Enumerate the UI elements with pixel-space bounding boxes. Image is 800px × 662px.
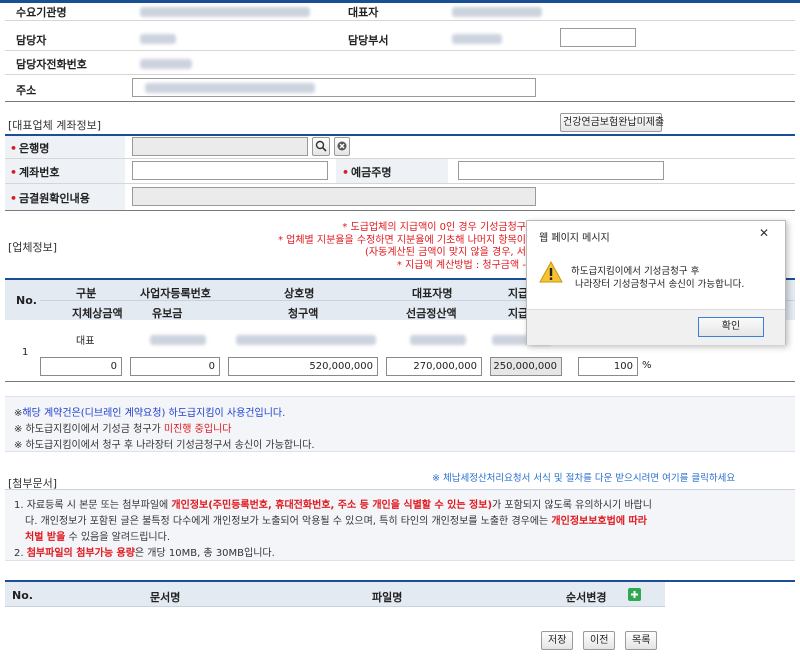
ok-button[interactable]: 확인 — [698, 317, 764, 337]
vendor-header-bizno: 사업자등록번호 — [140, 287, 211, 300]
retention-input[interactable]: 0 — [130, 357, 220, 376]
web-page-message-dialog: 웹 페이지 메시지 ✕ 하도급지킴이에서 기성금청구 후 나라장터 기성금청구서… — [526, 220, 786, 345]
vendor-section-title: [업체정보] — [8, 241, 58, 254]
address-label: 주소 — [16, 84, 37, 97]
dept-label: 담당부서 — [348, 34, 389, 47]
bank-search-button[interactable] — [312, 137, 330, 156]
verify-label: 금결원확인내용 — [10, 190, 90, 206]
form-download-link[interactable]: ※ 체납세정산처리요청서 서식 및 절차를 다운 받으시려면 여기를 클릭하세요 — [432, 470, 735, 484]
verify-input — [132, 187, 536, 206]
vendor-company-value — [236, 335, 376, 345]
claim-input[interactable]: 520,000,000 — [228, 357, 378, 376]
attach-header-docname: 문서명 — [150, 591, 181, 604]
phone-label: 담당자전화번호 — [16, 58, 87, 71]
list-button[interactable]: 목록 — [625, 631, 658, 650]
vendor-notices: * 도급업체의 지급액이 0인 경우 기성금청구 * 업체별 지분율을 수정하면… — [277, 222, 526, 271]
prev-button[interactable]: 이전 — [583, 631, 616, 650]
info-line-1: 해당 계약건은(디브레인 계약요청) 하도급지킴이 사용건입니다. — [22, 408, 286, 419]
phone-value — [140, 59, 192, 69]
ceo-label: 대표자 — [348, 6, 379, 19]
vendor-header-advance: 선금정산액 — [406, 307, 457, 320]
info-line-3: ※ 하도급지킴이에서 청구 후 나라장터 기성금청구서 송신이 가능합니다. — [14, 440, 315, 451]
vendor-no-header: No. — [16, 294, 37, 307]
vendor-header-company: 상호명 — [284, 287, 315, 300]
ceo-value — [452, 7, 542, 17]
bank-name-input[interactable] — [132, 137, 308, 156]
dialog-message: 하도급지킴이에서 기성금청구 후 나라장터 기성금청구서 송신이 가능합니다. — [571, 266, 745, 290]
manager-label: 담당자 — [16, 34, 47, 47]
share-rate-input[interactable]: 100 — [578, 357, 638, 376]
warning-icon — [539, 260, 563, 286]
search-icon — [315, 140, 327, 152]
dialog-title: 웹 페이지 메시지 — [539, 233, 610, 244]
percent-unit: % — [642, 360, 652, 371]
attach-header-no: No. — [12, 589, 33, 602]
vendor-header-type: 구분 — [76, 287, 97, 300]
attach-header-order: 순서변경 — [566, 591, 607, 604]
vendor-header-claim: 청구액 — [288, 307, 319, 320]
dept-extra-input[interactable] — [560, 28, 636, 47]
client-name-value — [140, 7, 310, 17]
info-box: ※해당 계약건은(디브레인 계약요청) 하도급지킴이 사용건입니다. ※ 하도급… — [5, 396, 795, 452]
info-line-2-red: 미진행 중입니다 — [163, 424, 232, 435]
plus-icon[interactable] — [628, 588, 641, 601]
payment-output: 250,000,000 — [490, 357, 562, 376]
close-icon[interactable]: ✕ — [759, 226, 769, 240]
account-section-title: [대표업체 계좌정보] — [8, 119, 102, 132]
pension-unpaid-button[interactable]: 건강연금보험완납미제출 — [560, 113, 664, 132]
attachment-notes: 1. 자료등록 시 본문 또는 첨부파일에 개인정보(주민등록번호, 휴대전화번… — [5, 489, 795, 561]
top-border — [0, 0, 800, 3]
account-no-input[interactable] — [132, 161, 328, 180]
bank-label: 은행명 — [10, 140, 49, 156]
penalty-input[interactable]: 0 — [40, 357, 122, 376]
manager-value — [140, 34, 176, 44]
holder-label: 예금주명 — [342, 164, 391, 180]
clear-icon — [337, 141, 347, 151]
vendor-ceo-value — [410, 335, 466, 345]
bank-clear-button[interactable] — [334, 137, 350, 156]
save-button[interactable]: 저장 — [541, 631, 574, 650]
vendor-row-no: 1 — [22, 347, 29, 358]
advance-input[interactable]: 270,000,000 — [386, 357, 482, 376]
vendor-header-ceo: 대표자명 — [412, 287, 453, 300]
dept-value — [452, 34, 502, 44]
holder-input[interactable] — [458, 161, 664, 180]
attach-header-filename: 파일명 — [372, 591, 403, 604]
account-no-label: 계좌번호 — [10, 164, 59, 180]
client-name-label: 수요기관명 — [16, 6, 67, 19]
address-input[interactable] — [132, 78, 536, 97]
vendor-row-type: 대표 — [76, 336, 95, 347]
vendor-header-retention: 유보금 — [152, 307, 183, 320]
vendor-header-penalty: 지체상금액 — [72, 307, 123, 320]
vendor-bizno-value — [150, 335, 206, 345]
